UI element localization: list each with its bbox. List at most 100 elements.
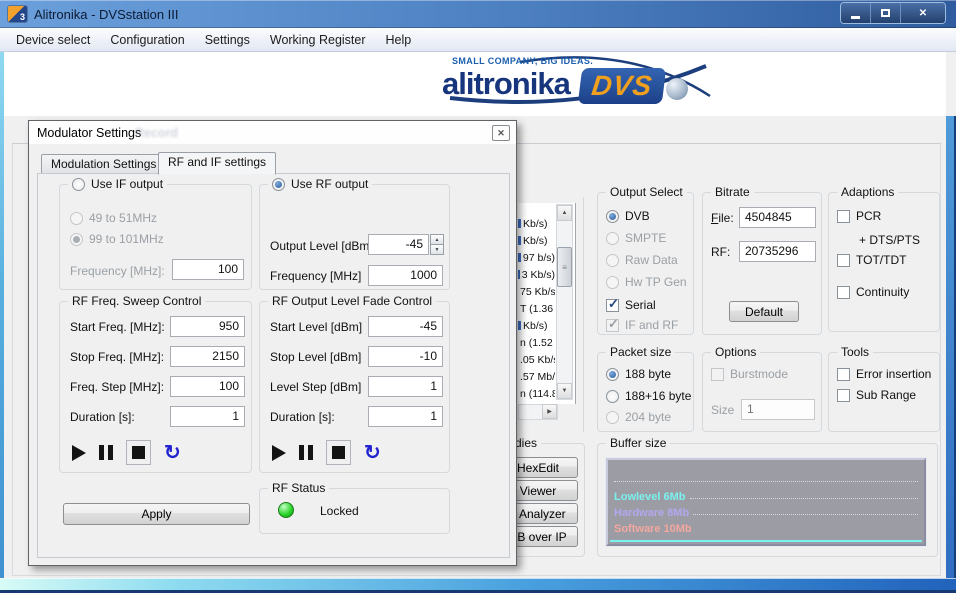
checkbox-error-insertion[interactable]: Error insertion: [837, 367, 931, 381]
scroll-up-button[interactable]: ▲: [557, 205, 572, 221]
sweep-transport: ↻: [72, 440, 181, 465]
list-item[interactable]: 97 b/s): [518, 249, 555, 266]
radio-icon: [70, 212, 83, 225]
rf-bitrate-field[interactable]: 20735296: [739, 241, 816, 262]
scroll-right-icon: ▶: [547, 408, 552, 415]
buffer-level-line: [610, 540, 922, 542]
rf-freq-sweep-group: RF Freq. Sweep Control Start Freq. [MHz]…: [59, 301, 252, 473]
output-level-field[interactable]: -45: [368, 234, 429, 255]
stop-freq-field[interactable]: 2150: [170, 346, 245, 367]
default-button[interactable]: Default: [729, 301, 799, 322]
play-icon[interactable]: [272, 445, 286, 461]
adaptions-caption: Adaptions: [837, 185, 898, 199]
if-output-caption[interactable]: Use IF output: [68, 177, 167, 191]
buffer-hardware-row: Hardware 8Mb: [614, 507, 918, 519]
start-level-label: Start Level [dBm]: [270, 320, 362, 334]
list-item[interactable]: .57 Mb/s: [518, 368, 555, 385]
dialog-title: Modulator Settings: [37, 126, 141, 140]
rf-output-caption[interactable]: Use RF output: [268, 177, 372, 191]
list-item[interactable]: Kb/s): [518, 232, 555, 249]
maximize-button[interactable]: [871, 3, 901, 23]
rf-frequency-field[interactable]: 1000: [368, 265, 443, 286]
list-item[interactable]: 3 Kb/s): [518, 266, 555, 283]
menu-configuration[interactable]: Configuration: [100, 30, 194, 50]
list-item[interactable]: 75 Kb/s): [518, 283, 555, 300]
checkbox-serial[interactable]: Serial: [606, 298, 656, 312]
alitronika-logo: SMALL COMPANY, BIG IDEAS. alitronika DVS: [420, 52, 720, 116]
apply-button[interactable]: Apply: [63, 503, 250, 525]
start-level-field[interactable]: -45: [368, 316, 443, 337]
spin-down-icon[interactable]: ▼: [430, 244, 444, 255]
radio-icon: [606, 276, 619, 289]
radio-188-16-byte[interactable]: 188+16 byte: [606, 389, 691, 403]
scrollbar-thumb[interactable]: ≡: [557, 247, 572, 287]
if-frequency-field[interactable]: 100: [172, 259, 244, 280]
freq-step-label: Freq. Step [MHz]:: [70, 380, 164, 394]
scroll-right-button[interactable]: ▶: [542, 404, 557, 419]
menu-working-register[interactable]: Working Register: [260, 30, 376, 50]
list-item[interactable]: T (1.36 Kb: [518, 300, 555, 317]
list-item[interactable]: n (1.52 Mb: [518, 334, 555, 351]
spin-up-icon[interactable]: ▲: [430, 234, 444, 244]
radio-icon: [606, 232, 619, 245]
list-item[interactable]: .05 Kb/s: [518, 351, 555, 368]
start-freq-field[interactable]: 950: [170, 316, 245, 337]
dialog-close-button[interactable]: ✕: [492, 125, 510, 141]
rf-locked-led-icon: [278, 502, 294, 518]
scroll-down-button[interactable]: ▼: [557, 383, 572, 399]
checkbox-icon: [711, 368, 724, 381]
freq-step-field[interactable]: 100: [170, 376, 245, 397]
tab-rf-and-if-settings[interactable]: RF and IF settings: [158, 152, 276, 175]
stop-level-field[interactable]: -10: [368, 346, 443, 367]
window-border-right: [946, 116, 956, 593]
window-border-left: [0, 52, 4, 593]
radio-smpte: SMPTE: [606, 231, 666, 245]
logo-sphere-icon: [666, 78, 688, 100]
close-button[interactable]: ✕: [901, 3, 945, 23]
checkbox-icon: [837, 286, 850, 299]
checkbox-pcr[interactable]: PCR: [837, 209, 881, 223]
play-icon[interactable]: [72, 445, 86, 461]
sweep-duration-field[interactable]: 1: [170, 406, 245, 427]
loop-icon[interactable]: ↻: [364, 444, 381, 462]
tools-group: Tools Error insertion Sub Range: [828, 352, 940, 432]
tab-modulation-settings[interactable]: Modulation Settings: [41, 154, 166, 174]
checkbox-sub-range[interactable]: Sub Range: [837, 388, 916, 402]
window-border-bottom: [0, 578, 956, 593]
dialog-title-bar[interactable]: Modulator Settings Record: [29, 121, 516, 144]
checkbox-icon: [837, 389, 850, 402]
stop-button[interactable]: [126, 440, 151, 465]
vertical-scrollbar[interactable]: ▲ ≡ ▼: [556, 204, 573, 400]
fade-duration-field[interactable]: 1: [368, 406, 443, 427]
output-level-label: Output Level [dBm]: [270, 239, 373, 253]
radio-188-byte[interactable]: 188 byte: [606, 367, 671, 381]
menu-help[interactable]: Help: [376, 30, 422, 50]
menu-settings[interactable]: Settings: [195, 30, 260, 50]
checkbox-continuity[interactable]: Continuity: [837, 285, 909, 299]
radio-dvb[interactable]: DVB: [606, 209, 650, 223]
list-item[interactable]: Kb/s): [518, 317, 555, 334]
stream-list[interactable]: Kb/s) Kb/s) 97 b/s) 3 Kb/s) 75 Kb/s) T (…: [518, 203, 576, 404]
list-item[interactable]: n (114.89: [518, 385, 555, 402]
minimize-button[interactable]: [841, 3, 871, 23]
list-item[interactable]: Kb/s): [518, 215, 555, 232]
level-step-field[interactable]: 1: [368, 376, 443, 397]
dts-pts-label: + DTS/PTS: [859, 233, 920, 247]
radio-icon: [606, 368, 619, 381]
radio-hw-tp-gen: Hw TP Gen: [606, 275, 687, 289]
radio-49-51mhz: 49 to 51MHz: [70, 211, 157, 225]
horizontal-scrollbar[interactable]: ▶: [518, 404, 558, 420]
buffer-size-group: Buffer size Lowlevel 6Mb Hardware 8Mb So…: [597, 443, 938, 557]
radio-99-101mhz: 99 to 101MHz: [70, 232, 164, 246]
stop-button[interactable]: [326, 440, 351, 465]
loop-icon[interactable]: ↻: [164, 444, 181, 462]
pause-icon[interactable]: [299, 445, 313, 460]
checkbox-tot-tdt[interactable]: TOT/TDT: [837, 253, 906, 267]
output-level-spinner[interactable]: ▲ ▼: [430, 234, 444, 255]
pause-icon[interactable]: [99, 445, 113, 460]
radio-raw-data: Raw Data: [606, 253, 678, 267]
menu-device-select[interactable]: Device select: [6, 30, 100, 50]
modulator-settings-dialog: Modulator Settings Record ✕ Modulation S…: [28, 120, 517, 566]
fade-caption: RF Output Level Fade Control: [268, 294, 436, 308]
file-bitrate-field[interactable]: 4504845: [739, 207, 816, 228]
